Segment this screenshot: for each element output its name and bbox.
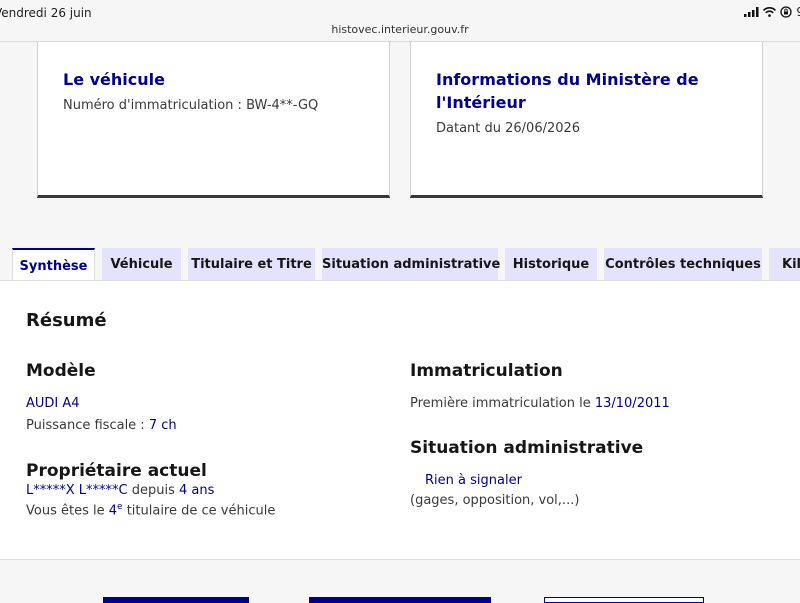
action-button-3[interactable] (544, 597, 704, 603)
vehicle-card: Le véhicule Numéro d'immatriculation : B… (37, 42, 390, 198)
vehicle-card-title: Le véhicule (63, 70, 165, 89)
owner-rank-prefix: Vous êtes le (26, 503, 109, 519)
owner-info: L*****X L*****C depuis 4 ans (26, 483, 214, 498)
action-button-1[interactable] (103, 597, 249, 603)
fiscal-power-value: 7 ch (148, 418, 177, 433)
synthese-panel: Résumé Modèle AUDI A4 Puissance fiscale … (0, 280, 800, 560)
registration-heading: Immatriculation (410, 361, 563, 381)
tab-vehicule[interactable]: Véhicule (102, 248, 181, 281)
owner-since-label: depuis (127, 483, 179, 498)
first-registration: Première immatriculation le 13/10/2011 (410, 396, 670, 411)
tab-bar: Synthèse Véhicule Titulaire et Titre Sit… (0, 248, 800, 282)
tab-synthese[interactable]: Synthèse (12, 248, 95, 282)
action-button-2[interactable] (309, 597, 491, 603)
status-date: Vendredi 26 juin (0, 6, 92, 20)
tab-historique[interactable]: Historique (505, 248, 597, 281)
owner-since-value: 4 ans (179, 483, 215, 498)
wifi-icon (763, 7, 777, 17)
address-bar[interactable]: histovec.interieur.gouv.fr (0, 23, 800, 36)
owner-rank-suffix: titulaire de ce véhicule (122, 503, 276, 519)
ministry-card-title: Informations du Ministère de l'Intérieur (436, 70, 699, 112)
admin-status: Rien à signaler (425, 473, 522, 488)
fiscal-power: Puissance fiscale : 7 ch (26, 418, 177, 433)
tab-controles-techniques[interactable]: Contrôles techniques (604, 248, 762, 281)
fiscal-power-label: Puissance fiscale : (26, 418, 149, 433)
status-bar: Vendredi 26 juin 9 (0, 0, 800, 22)
admin-note: (gages, opposition, vol,...) (410, 493, 580, 508)
summary-heading: Résumé (26, 310, 107, 331)
owner-name: L*****X L*****C (26, 483, 128, 498)
model-name: AUDI A4 (26, 396, 80, 411)
first-registration-date: 13/10/2011 (594, 396, 670, 411)
owner-heading: Propriétaire actuel (26, 461, 207, 481)
plate-number: Numéro d'immatriculation : BW-4**-GQ (63, 98, 319, 113)
model-heading: Modèle (26, 361, 96, 381)
battery-percent: 9 (796, 5, 800, 19)
tab-titulaire[interactable]: Titulaire et Titre (188, 248, 315, 281)
orientation-lock-icon (780, 6, 793, 18)
owner-rank-value: 4 (108, 503, 118, 519)
admin-heading: Situation administrative (410, 438, 644, 458)
data-date: Datant du 26/06/2026 (436, 121, 581, 136)
status-icons: 9 (744, 5, 800, 19)
signal-icon (744, 7, 759, 17)
ministry-card: Informations du Ministère de l'Intérieur… (410, 42, 763, 198)
tab-kilometrage[interactable]: Kilo (769, 248, 800, 281)
owner-rank: Vous êtes le 4e titulaire de ce véhicule (26, 502, 275, 518)
tab-situation-administrative[interactable]: Situation administrative (322, 248, 500, 281)
first-registration-label: Première immatriculation le (410, 396, 595, 411)
